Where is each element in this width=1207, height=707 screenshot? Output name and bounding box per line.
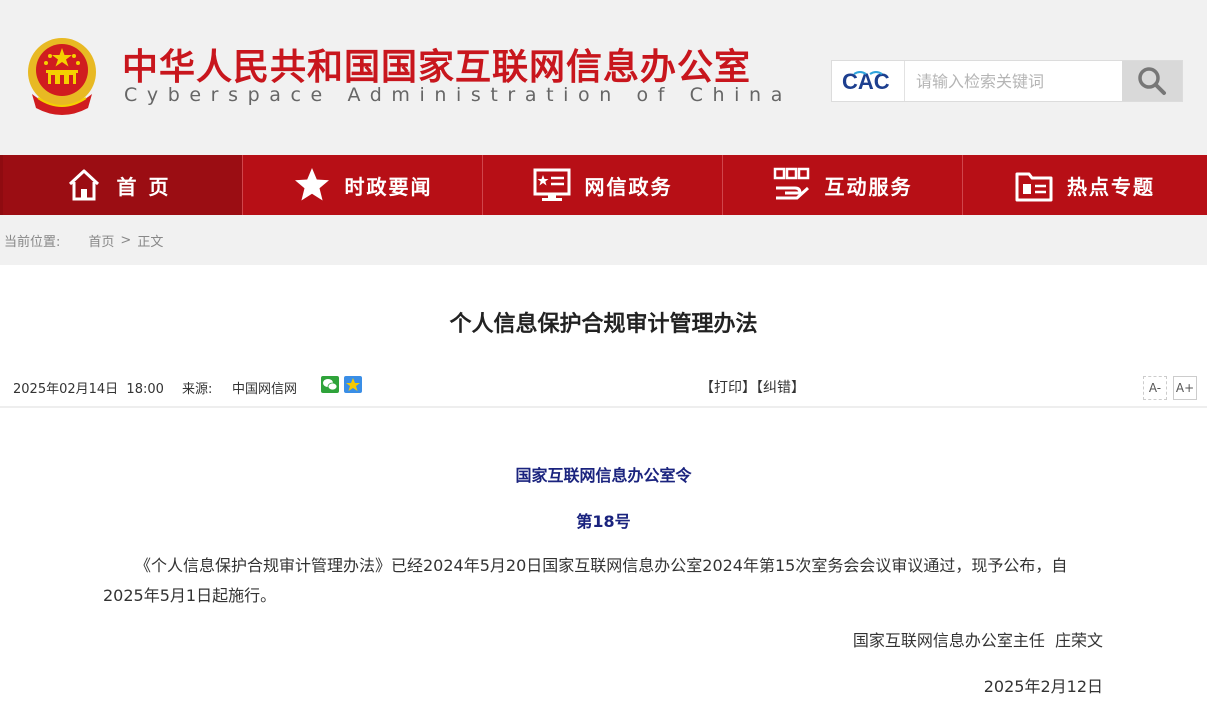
- cac-logo[interactable]: CAC: [832, 61, 905, 101]
- search-input[interactable]: [906, 61, 1122, 101]
- nav-label-news: 时政要闻: [344, 174, 433, 199]
- breadcrumb: 当前位置: 首页 > 正文: [0, 215, 1207, 265]
- font-increase-button[interactable]: A+: [1173, 376, 1197, 400]
- nav-label-affairs: 网信政务: [584, 174, 673, 199]
- breadcrumb-home-link[interactable]: 首页: [88, 231, 114, 250]
- print-link[interactable]: 【打印】: [700, 380, 756, 396]
- nav-item-home[interactable]: 首页: [0, 155, 243, 215]
- article-actions: 【打印】【纠错】: [700, 377, 805, 397]
- nav-item-service[interactable]: 互动服务: [723, 155, 963, 215]
- main-nav: 首页 时政要闻 网信政务 互动服务 热点专题: [0, 155, 1207, 215]
- nav-item-news[interactable]: 时政要闻: [243, 155, 483, 215]
- interactive-service-icon: [773, 166, 811, 204]
- source-name: 中国网信网: [232, 382, 298, 397]
- qzone-share-icon[interactable]: [344, 376, 362, 393]
- signature-date: 2025年2月12日: [983, 677, 1103, 696]
- breadcrumb-current: 正文: [137, 234, 164, 250]
- report-error-link[interactable]: 【纠错】: [756, 380, 805, 396]
- breadcrumb-separator: >: [120, 232, 132, 248]
- home-icon: [65, 166, 103, 204]
- nav-label-topics: 热点专题: [1067, 174, 1155, 199]
- site-title: 中华人民共和国国家互联网信息办公室: [122, 47, 752, 88]
- search-box: CAC: [831, 60, 1183, 102]
- publish-date: 2025年02月14日 18:00: [13, 382, 164, 397]
- decree-number: 第18号: [576, 512, 631, 531]
- government-affairs-icon: [533, 166, 571, 204]
- source-label: 来源:: [182, 382, 213, 397]
- article-paragraph: 《个人信息保护合规审计管理办法》已经2024年5月20日国家互联网信息办公室20…: [103, 556, 1068, 605]
- font-decrease-button[interactable]: A-: [1143, 376, 1167, 400]
- search-button[interactable]: [1122, 61, 1182, 101]
- article-meta: 2025年02月14日 18:00 来源: 中国网信网 【打印】【纠错】 A- …: [0, 372, 1207, 408]
- nav-label-service: 互动服务: [824, 174, 913, 199]
- nav-label-home: 首页: [116, 174, 181, 199]
- wechat-share-icon[interactable]: [321, 376, 339, 393]
- search-icon: [1138, 67, 1166, 95]
- national-emblem-icon: [22, 34, 102, 118]
- decree-title: 国家互联网信息办公室令: [515, 466, 692, 485]
- star-icon: [293, 166, 331, 204]
- nav-item-affairs[interactable]: 网信政务: [483, 155, 723, 215]
- breadcrumb-label: 当前位置:: [4, 234, 61, 250]
- article-title: 个人信息保护合规审计管理办法: [449, 312, 758, 337]
- site-header: 中华人民共和国国家互联网信息办公室 Cyberspace Administrat…: [0, 0, 1207, 155]
- nav-item-topics[interactable]: 热点专题: [963, 155, 1207, 215]
- site-subtitle: Cyberspace Administration of China: [124, 84, 792, 106]
- signature: 国家互联网信息办公室主任 庄荣文: [852, 631, 1103, 650]
- folder-topics-icon: [1015, 166, 1053, 204]
